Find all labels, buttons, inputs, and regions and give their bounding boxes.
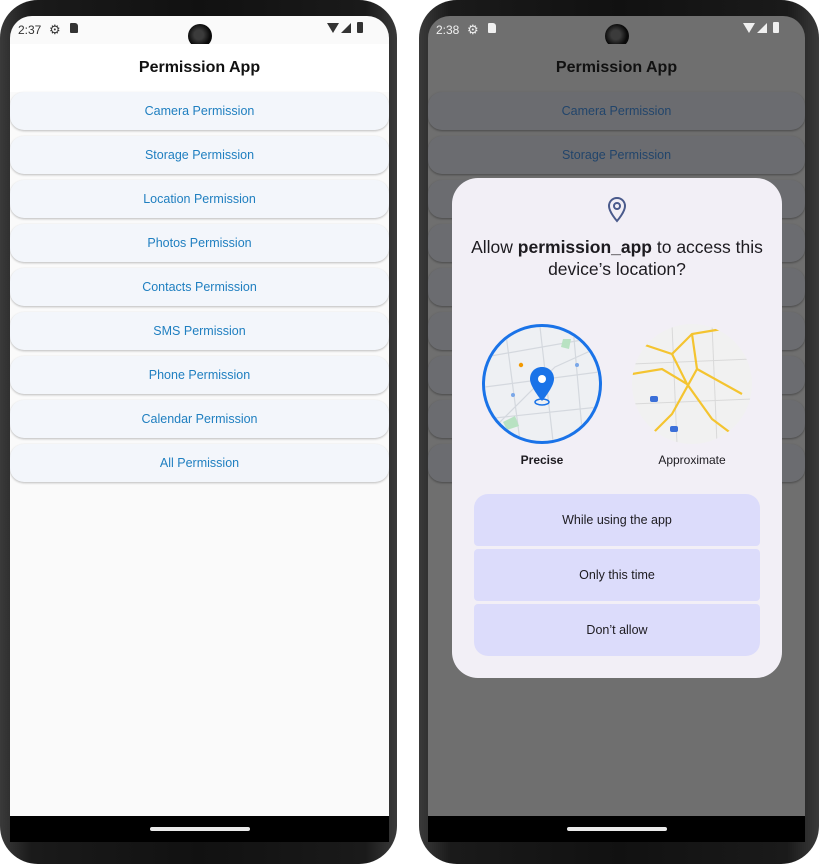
home-gesture-pill[interactable]	[149, 827, 250, 831]
sms-permission-button[interactable]: SMS Permission	[10, 312, 389, 350]
home-gesture-pill[interactable]	[566, 827, 667, 831]
precise-location-map[interactable]	[482, 324, 602, 444]
dialog-title: Allow permission_app to access this devi…	[462, 236, 772, 280]
settings-gear-icon: ⚙	[49, 22, 61, 37]
phone-left: 2:37 ⚙ Permission App Camera Permission …	[0, 0, 397, 864]
location-permission-dialog: Allow permission_app to access this devi…	[452, 178, 782, 678]
phone-right: 2:38 ⚙ Permission App Camera Permission …	[419, 0, 819, 864]
only-this-time-button[interactable]: Only this time	[474, 549, 760, 601]
dialog-app-name: permission_app	[517, 237, 652, 257]
while-using-app-button[interactable]: While using the app	[474, 494, 760, 546]
app-title: Permission App	[138, 59, 261, 76]
dialog-title-prefix: Allow	[471, 237, 518, 257]
settings-gear-icon: ⚙	[467, 22, 479, 37]
approximate-label[interactable]: Approximate	[632, 453, 752, 467]
precise-map-graphic	[485, 327, 599, 441]
screen-left: 2:37 ⚙ Permission App Camera Permission …	[10, 16, 389, 842]
screen-right: 2:38 ⚙ Permission App Camera Permission …	[428, 16, 805, 842]
storage-permission-button: Storage Permission	[428, 136, 805, 174]
storage-permission-button[interactable]: Storage Permission	[10, 136, 389, 174]
cellular-signal-icon	[341, 23, 351, 33]
app-bar: Permission App	[428, 44, 805, 92]
dont-allow-button[interactable]: Don’t allow	[474, 604, 760, 656]
pin-marker-icon	[530, 367, 554, 401]
navigation-bar	[428, 816, 805, 842]
contacts-permission-button[interactable]: Contacts Permission	[10, 268, 389, 306]
navigation-bar	[10, 816, 389, 842]
battery-icon	[773, 22, 779, 33]
wifi-icon	[327, 23, 339, 33]
status-time: 2:37	[18, 23, 42, 37]
calendar-permission-button[interactable]: Calendar Permission	[10, 400, 389, 438]
location-permission-button[interactable]: Location Permission	[10, 180, 389, 218]
approximate-map-graphic	[632, 324, 752, 444]
wifi-icon	[743, 23, 755, 33]
location-pin-icon	[607, 196, 627, 223]
app-title: Permission App	[555, 59, 678, 76]
camera-permission-button[interactable]: Camera Permission	[10, 92, 389, 130]
sd-card-icon	[488, 23, 496, 33]
photos-permission-button[interactable]: Photos Permission	[10, 224, 389, 262]
permission-list: Camera Permission Storage Permission Loc…	[10, 92, 389, 488]
status-time: 2:38	[436, 23, 460, 37]
phone-permission-button[interactable]: Phone Permission	[10, 356, 389, 394]
camera-permission-button: Camera Permission	[428, 92, 805, 130]
app-bar: Permission App	[10, 44, 389, 92]
cellular-signal-icon	[757, 23, 767, 33]
approximate-location-map[interactable]	[632, 324, 752, 444]
sd-card-icon	[70, 23, 78, 33]
all-permission-button[interactable]: All Permission	[10, 444, 389, 482]
battery-icon	[357, 22, 363, 33]
precise-label[interactable]: Precise	[482, 453, 602, 467]
